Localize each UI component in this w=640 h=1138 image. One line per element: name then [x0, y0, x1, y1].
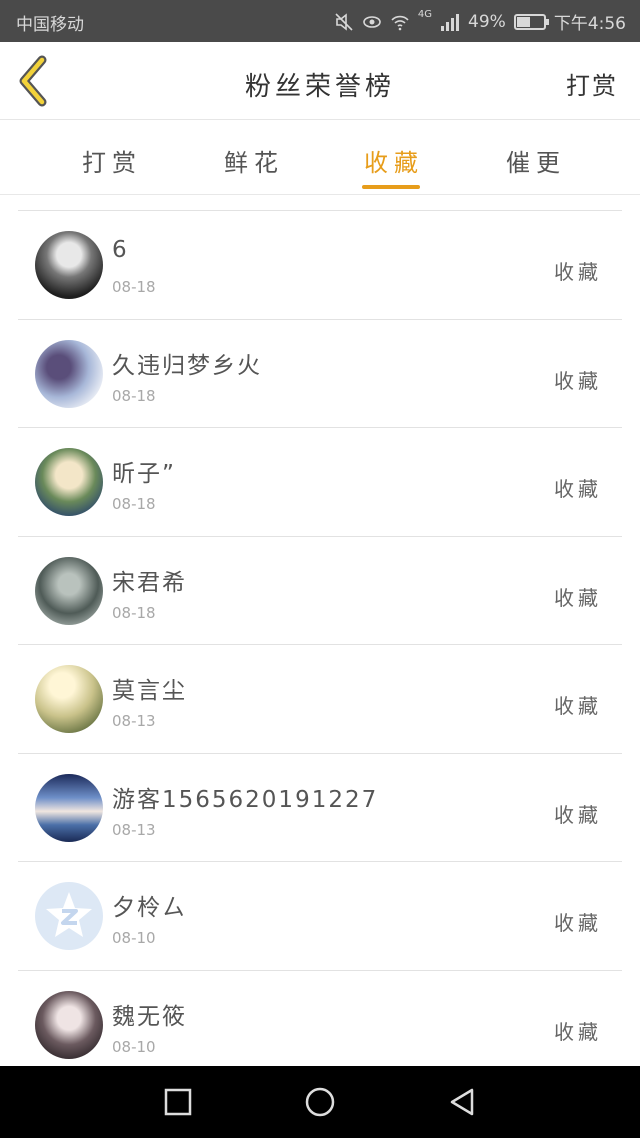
list-item[interactable]: 久违归梦乡火 08-18 收藏 — [18, 320, 622, 428]
avatar — [35, 339, 103, 408]
action-label: 收藏 — [554, 911, 602, 935]
date: 08-10 — [112, 929, 156, 947]
date: 08-10 — [112, 1037, 156, 1056]
date: 08-13 — [112, 712, 156, 730]
status-icons: 4G 49% 下午4:56 — [334, 9, 626, 34]
date: 08-18 — [112, 495, 156, 513]
avatar — [35, 882, 103, 950]
system-nav-bar — [0, 1066, 640, 1138]
user-name: 夕柃ㄙ — [112, 895, 187, 921]
list-item[interactable]: 昕子” 08-18 收藏 — [18, 428, 622, 537]
avatar — [35, 556, 103, 625]
action-label: 收藏 — [554, 802, 602, 827]
list-item[interactable]: 莫言尘 08-13 收藏 — [18, 645, 622, 754]
user-name: 久违归梦乡火 — [112, 352, 262, 379]
date: 08-18 — [112, 386, 156, 405]
date: 08-18 — [112, 278, 156, 296]
wifi-icon — [391, 15, 409, 30]
avatar — [35, 448, 103, 516]
date: 08-13 — [112, 820, 156, 839]
tab-urge-update[interactable]: 催更 — [506, 143, 566, 178]
battery-percent: 49% — [468, 11, 506, 32]
battery-icon — [513, 13, 549, 30]
reward-button[interactable]: 打赏 — [566, 66, 618, 101]
action-label: 收藏 — [554, 368, 602, 393]
eye-icon — [363, 15, 381, 28]
list-item[interactable]: 游客1565620191227 08-13 收藏 — [18, 754, 622, 862]
avatar — [35, 665, 103, 733]
network-type: 4G — [417, 9, 433, 20]
fan-list: 6 08-18 收藏 久违归梦乡火 08-18 收藏 昕子” 08-18 收藏 … — [18, 210, 622, 1079]
avatar — [35, 231, 103, 299]
tab-flowers[interactable]: 鲜花 — [224, 143, 284, 178]
action-label: 收藏 — [554, 1019, 602, 1044]
clock: 下午4:56 — [553, 14, 626, 34]
home-icon[interactable] — [304, 1086, 336, 1118]
back-triangle-icon[interactable] — [446, 1086, 478, 1118]
status-bar: 中国移动 4G 49% 下午4:56 — [0, 0, 640, 42]
action-label: 收藏 — [554, 694, 602, 718]
list-item[interactable]: 魏无筱 08-10 收藏 — [18, 971, 622, 1079]
tab-reward[interactable]: 打赏 — [82, 143, 142, 178]
list-item[interactable]: 宋君希 08-18 收藏 — [18, 537, 622, 645]
page-header: 粉丝荣誉榜 打赏 — [0, 42, 640, 120]
user-name: 6 — [112, 237, 129, 263]
active-tab-indicator — [362, 185, 420, 189]
avatar — [35, 990, 103, 1059]
user-name: 宋君希 — [112, 569, 187, 596]
list-item[interactable]: 6 08-18 收藏 — [18, 211, 622, 320]
carrier-name: 中国移动 — [16, 15, 84, 35]
tab-bar: 打赏 鲜花 收藏 催更 — [0, 121, 640, 195]
mute-icon — [335, 12, 353, 31]
action-label: 收藏 — [554, 585, 602, 610]
action-label: 收藏 — [554, 260, 602, 284]
user-name: 魏无筱 — [112, 1003, 187, 1030]
page-title: 粉丝荣誉榜 — [244, 72, 395, 102]
user-name: 昕子” — [112, 461, 176, 487]
list-item[interactable]: 夕柃ㄙ 08-10 收藏 — [18, 862, 622, 971]
recent-apps-icon[interactable] — [162, 1086, 194, 1118]
avatar — [35, 773, 103, 842]
qq-zone-icon — [46, 892, 92, 937]
action-label: 收藏 — [554, 477, 602, 501]
user-name: 游客1565620191227 — [112, 786, 379, 813]
signal-icon — [441, 13, 460, 31]
user-name: 莫言尘 — [112, 678, 187, 704]
date: 08-18 — [112, 603, 156, 622]
tab-favorites[interactable]: 收藏 — [364, 143, 424, 178]
